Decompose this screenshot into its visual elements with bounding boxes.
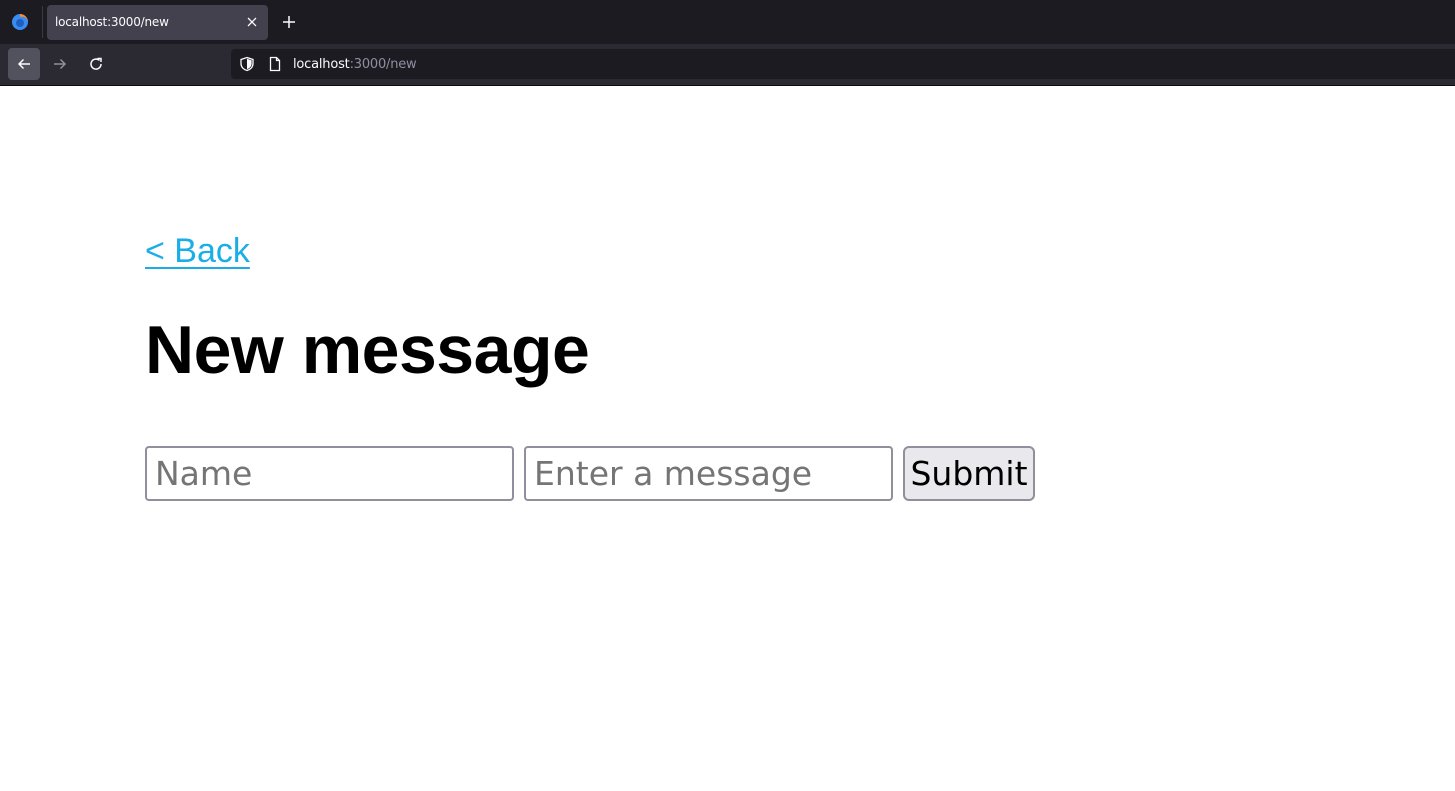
close-icon[interactable] — [244, 14, 260, 30]
plus-icon[interactable] — [280, 13, 298, 31]
reload-icon — [90, 57, 102, 70]
url-bar[interactable]: localhost:3000/new — [231, 49, 1455, 79]
url-path: :3000/new — [349, 57, 417, 72]
browser-tab-active[interactable]: localhost:3000/new — [47, 5, 268, 40]
page-icon[interactable] — [267, 56, 283, 72]
url-host: localhost — [293, 57, 350, 72]
firefox-logo-icon — [12, 14, 28, 30]
arrow-left-icon — [17, 58, 30, 70]
browser-nav-bar: localhost:3000/new — [0, 44, 1455, 86]
url-text[interactable]: localhost:3000/new — [293, 57, 417, 72]
back-button[interactable] — [8, 48, 40, 80]
tab-divider — [42, 6, 43, 38]
tab-title: localhost:3000/new — [55, 15, 169, 29]
submit-button[interactable]: Submit — [903, 446, 1035, 501]
shield-icon[interactable] — [239, 56, 255, 72]
back-link[interactable]: < Back — [145, 232, 250, 271]
arrow-right-icon — [54, 58, 67, 70]
message-input[interactable] — [524, 446, 893, 501]
reload-button[interactable] — [80, 48, 112, 80]
page-title: New message — [145, 312, 590, 388]
forward-button[interactable] — [44, 48, 76, 80]
browser-tab-bar: localhost:3000/new — [0, 0, 1455, 44]
name-input[interactable] — [145, 446, 514, 501]
page-content: < Back New message Submit — [0, 86, 1455, 791]
